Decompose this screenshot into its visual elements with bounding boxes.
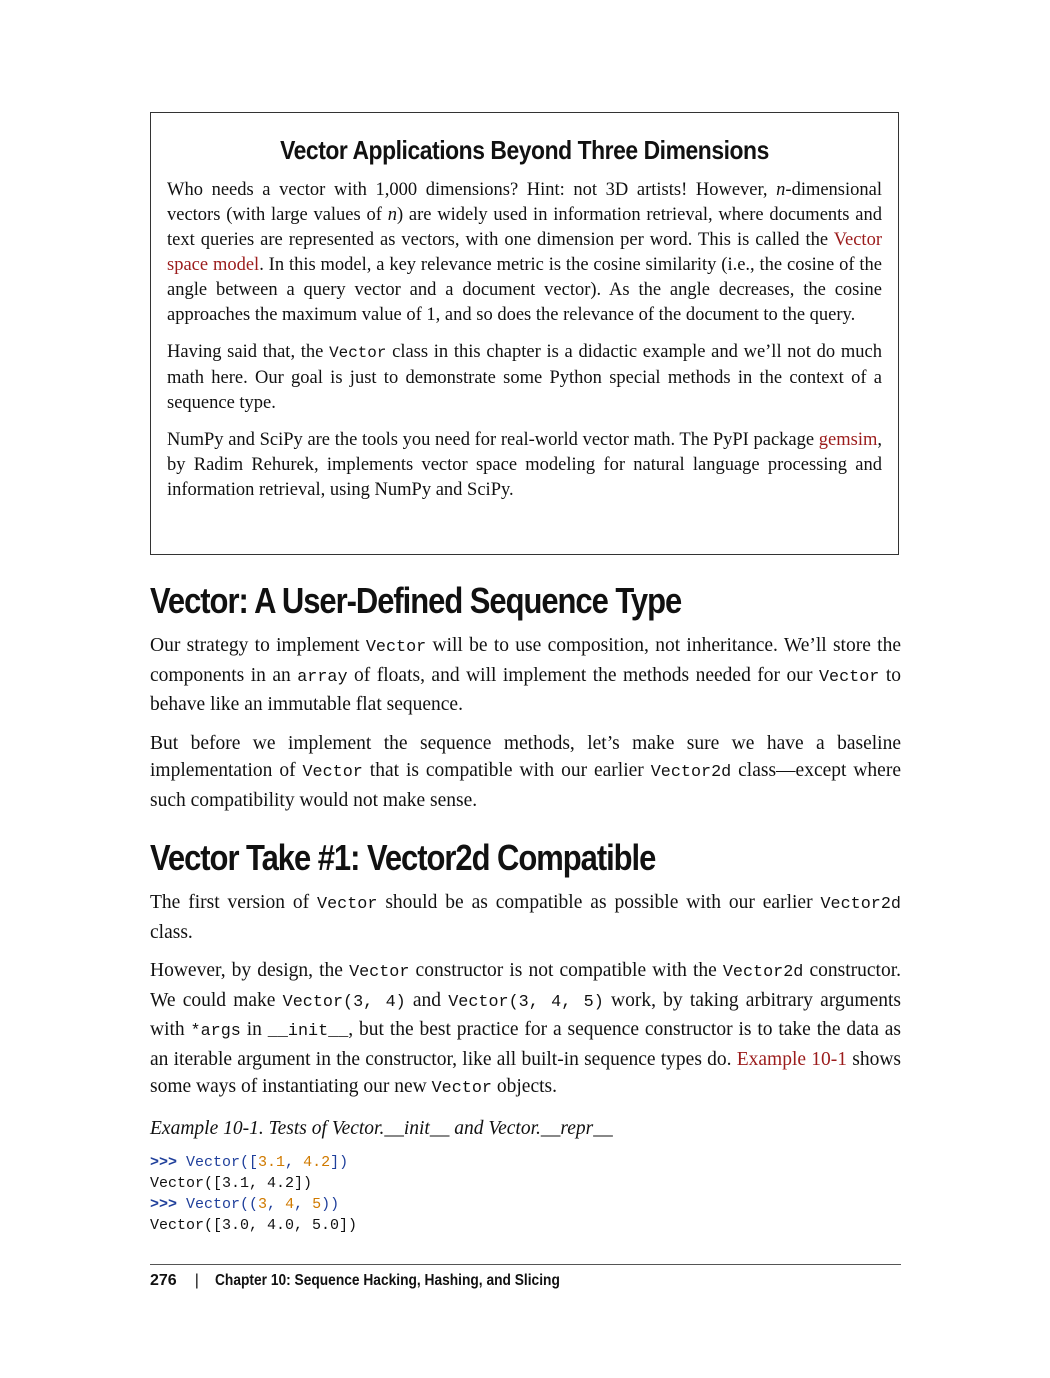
page-number: 276 [150, 1272, 177, 1289]
text: objects. [492, 1076, 557, 1097]
sidebar-title: Vector Applications Beyond Three Dimensi… [280, 135, 769, 165]
inline-code: Vector(3, 4) [282, 992, 406, 1012]
section2-paragraph-1: The first version of Vector should be as… [150, 889, 901, 946]
footer-divider [150, 1264, 901, 1265]
inline-code: Vector [365, 638, 427, 657]
text: should be as compatible as possible with… [377, 892, 821, 913]
code-block: >>> Vector([3.1, 4.2]) Vector([3.1, 4.2])… [150, 1152, 901, 1236]
page-footer: 276 | Chapter 10: Sequence Hacking, Hash… [150, 1272, 616, 1290]
text: of floats, and will implement the method… [347, 664, 819, 686]
text: Having said that, the [167, 342, 330, 362]
section1-paragraph-1: Our strategy to implement Vector will be… [150, 632, 901, 719]
code-text: ]) [330, 1153, 349, 1171]
code-text: , [267, 1195, 286, 1213]
text: NumPy and SciPy are the tools you need f… [167, 430, 819, 450]
code-line-2: Vector([3.1, 4.2]) [150, 1174, 313, 1192]
code-number: 3.1 [258, 1153, 286, 1171]
inline-code: Vector(3, 4, 5) [448, 992, 604, 1012]
gemsim-link[interactable]: gemsim [819, 430, 878, 450]
inline-code: Vector2d [650, 763, 732, 782]
section-heading-vector: Vector: A User-Defined Sequence Type [150, 580, 682, 621]
inline-code: Vector [317, 895, 378, 914]
section2-paragraph-2: However, by design, the Vector construct… [150, 957, 901, 1103]
section-heading-take1: Vector Take #1: Vector2d Compatible [150, 837, 656, 878]
code-text: Vector([ [177, 1153, 259, 1171]
text: Our strategy to implement [150, 635, 366, 656]
code-number: 3 [258, 1195, 268, 1213]
inline-code: Vector [329, 344, 387, 362]
inline-code: Vector [818, 667, 880, 687]
text: Who needs a vector with 1,000 dimensions… [167, 180, 777, 200]
inline-code: Vector [302, 763, 363, 782]
text: However, by design, the [150, 960, 350, 981]
code-text: , [285, 1153, 304, 1171]
code-number: 5 [312, 1195, 322, 1213]
code-line-3: >>> Vector((3, 4, 5)) [150, 1194, 901, 1215]
inline-code: Vector [431, 1079, 492, 1098]
inline-code: Vector [349, 963, 410, 982]
prompt: >>> [150, 1195, 178, 1213]
inline-code: __init__ [267, 1022, 349, 1041]
sidebar-paragraph-1: Who needs a vector with 1,000 dimensions… [167, 178, 882, 328]
inline-code: array [297, 667, 348, 687]
math-n: n [387, 205, 397, 225]
code-text: )) [321, 1195, 340, 1213]
text: and [405, 989, 449, 1011]
example-caption: Example 10-1. Tests of Vector.__init__ a… [150, 1117, 613, 1139]
inline-code: Vector2d [722, 963, 804, 982]
code-line-4: Vector([3.0, 4.0, 5.0]) [150, 1216, 358, 1234]
footer-separator: | [194, 1272, 199, 1289]
sidebar-paragraph-3: NumPy and SciPy are the tools you need f… [167, 428, 882, 503]
text: in [240, 1019, 268, 1040]
code-line-1: >>> Vector([3.1, 4.2]) [150, 1152, 901, 1173]
text: class. [150, 921, 193, 943]
code-number: 4 [285, 1195, 295, 1213]
code-text: , [294, 1195, 313, 1213]
sidebar-paragraph-2: Having said that, the Vector class in th… [167, 340, 882, 416]
chapter-title: Chapter 10: Sequence Hacking, Hashing, a… [214, 1272, 560, 1289]
text: . In this model, a key relevance metric … [167, 255, 882, 325]
main-content: Vector: A User-Defined Sequence Type Our… [150, 580, 901, 1236]
section1-paragraph-2: But before we implement the sequence met… [150, 730, 901, 815]
code-text: Vector(( [177, 1195, 259, 1213]
code-number: 4.2 [303, 1153, 331, 1171]
text: constructor is not compatible with the [409, 960, 723, 981]
text: The first version of [150, 892, 318, 913]
inline-code: Vector2d [820, 895, 902, 914]
text: that is compatible with our earlier [362, 760, 651, 781]
inline-code: *args [190, 1022, 241, 1041]
sidebar-box: Vector Applications Beyond Three Dimensi… [150, 112, 899, 555]
prompt: >>> [150, 1153, 178, 1171]
example-10-1-link[interactable]: Example 10-1 [737, 1049, 847, 1070]
